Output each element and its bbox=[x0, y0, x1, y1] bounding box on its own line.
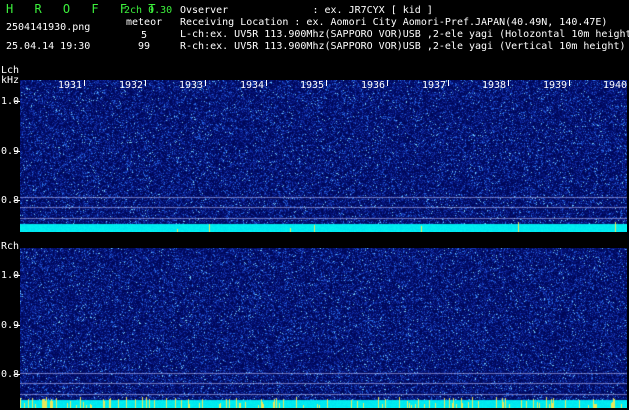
khz-label: kHz bbox=[1, 75, 20, 86]
meteor-label: meteor bbox=[126, 17, 163, 28]
rch-info-line: R-ch:ex. UV5R 113.900Mhz(SAPPORO VOR)USB… bbox=[180, 41, 626, 52]
channel-label: 2ch 0.30 bbox=[124, 5, 173, 16]
time-tick-mark bbox=[84, 80, 85, 86]
time-tick-label: 1938 bbox=[482, 80, 507, 91]
time-tick-mark bbox=[266, 80, 267, 86]
time-tick-label: 1931 bbox=[58, 80, 83, 91]
time-tick-label: 1939 bbox=[543, 80, 568, 91]
lch-tick-1-0: 1.0 bbox=[1, 96, 20, 107]
observer-line: Ovserver : ex. JR7CYX [ kid ] bbox=[180, 5, 433, 16]
time-tick-mark bbox=[448, 80, 449, 86]
time-tick-label: 1937 bbox=[422, 80, 447, 91]
location-line: Receiving Location : ex. Aomori City Aom… bbox=[180, 17, 608, 28]
datetime: 25.04.14 19:30 bbox=[6, 41, 91, 52]
rch-label: Rch bbox=[1, 241, 20, 252]
rch-tick-1-0: 1.0 bbox=[1, 270, 20, 281]
time-tick-mark bbox=[569, 80, 570, 86]
lch-tick-0-9: 0.9 bbox=[1, 146, 20, 157]
time-tick-label: 1932 bbox=[119, 80, 144, 91]
time-tick-label: 1933 bbox=[179, 80, 204, 91]
time-tick-mark bbox=[508, 80, 509, 86]
rch-spectrogram-canvas bbox=[20, 248, 627, 408]
time-tick-mark bbox=[205, 80, 206, 86]
time-tick-mark bbox=[387, 80, 388, 86]
lch-info-line: L-ch:ex. UV5R 113.900Mhz(SAPPORO VOR)USB… bbox=[180, 29, 629, 40]
time-tick-label: 1935 bbox=[300, 80, 325, 91]
time-tick-label: 1936 bbox=[361, 80, 386, 91]
time-tick-mark bbox=[326, 80, 327, 86]
rch-tick-0-9: 0.9 bbox=[1, 320, 20, 331]
time-tick-label: 1940 bbox=[603, 80, 628, 91]
rch-tick-0-8: 0.8 bbox=[1, 369, 20, 380]
lch-spectrogram bbox=[20, 80, 627, 232]
lch-spectrogram-canvas bbox=[20, 80, 627, 232]
time-tick-label: 1934 bbox=[240, 80, 265, 91]
rch-spectrogram bbox=[20, 248, 627, 408]
time-tick-mark bbox=[145, 80, 146, 86]
lch-tick-0-8: 0.8 bbox=[1, 195, 20, 206]
lch-meteor-count: 5 bbox=[141, 30, 148, 41]
filename: 2504141930.png bbox=[6, 22, 91, 33]
rch-meteor-count: 99 bbox=[138, 41, 151, 52]
